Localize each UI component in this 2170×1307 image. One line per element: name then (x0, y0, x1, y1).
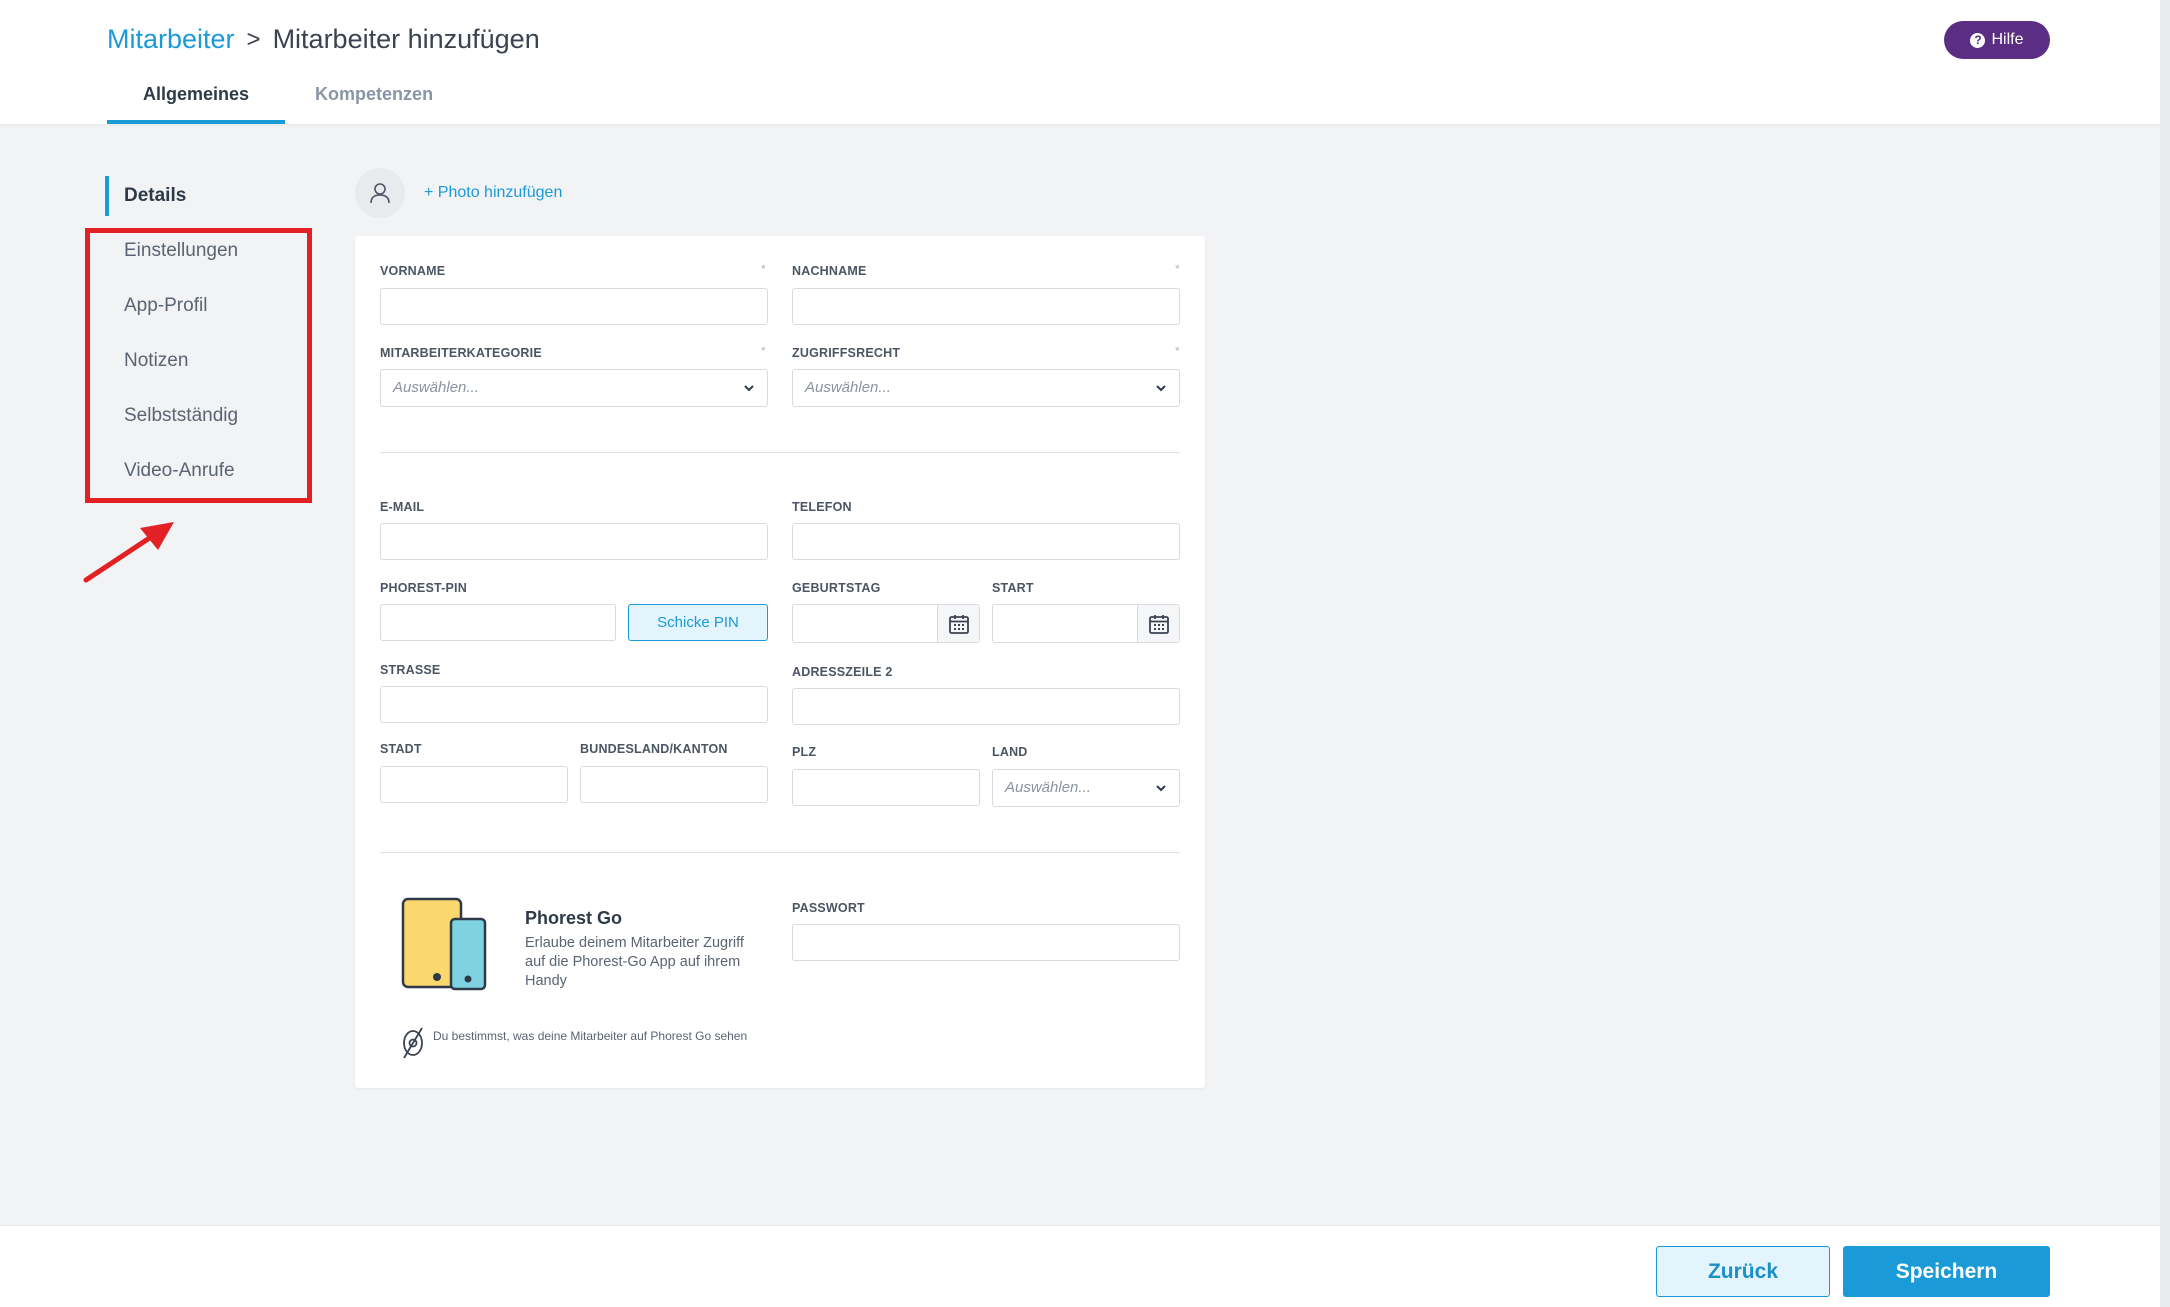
back-button[interactable]: Zurück (1656, 1246, 1830, 1297)
page-header: Mitarbeiter > Mitarbeiter hinzufügen ? H… (0, 0, 2160, 124)
mitarbeiterkategorie-select[interactable]: Auswählen... (380, 369, 768, 407)
email-field[interactable] (380, 523, 768, 560)
land-label: LAND (992, 745, 1028, 759)
phorest-go-note: Du bestimmst, was deine Mitarbeiter auf … (433, 1029, 748, 1043)
breadcrumb-link-mitarbeiter[interactable]: Mitarbeiter (107, 24, 235, 55)
phone-icon (401, 897, 487, 991)
section-divider (380, 452, 1180, 453)
chevron-right-icon: > (246, 25, 261, 53)
question-icon: ? (1970, 32, 1986, 48)
arrow-annotation (83, 522, 174, 583)
pin-label: PHOREST-PIN (380, 581, 467, 595)
plz-label: PLZ (792, 745, 817, 759)
geburtstag-date-field[interactable] (792, 604, 980, 643)
section-divider (380, 852, 1180, 853)
scrollbar[interactable] (2160, 0, 2170, 1307)
bundesland-field[interactable] (580, 766, 768, 803)
required-mark: * (1175, 262, 1180, 276)
required-mark: * (1175, 344, 1180, 358)
phorest-go-description: Erlaube deinem Mitarbeiter Zugriff auf d… (525, 935, 744, 989)
add-photo-link[interactable]: + Photo hinzufügen (424, 184, 562, 202)
chevron-down-icon (744, 385, 754, 392)
required-mark: * (761, 344, 766, 358)
email-label: E-MAIL (380, 500, 425, 514)
telefon-label: TELEFON (792, 500, 852, 514)
eye-off-icon (403, 1027, 423, 1059)
strasse-field[interactable] (380, 686, 768, 723)
geburtstag-label: GEBURTSTAG (792, 581, 881, 595)
strasse-label: STRASSE (380, 663, 441, 677)
zugriffsrecht-select[interactable]: Auswählen... (792, 369, 1180, 407)
start-label: START (992, 581, 1034, 595)
plz-field[interactable] (792, 769, 980, 806)
page-footer: Zurück Speichern (0, 1225, 2160, 1307)
user-icon (370, 183, 390, 204)
zugriffsrecht-label: ZUGRIFFSRECHT (792, 346, 901, 360)
tab-bar: Allgemeines Kompetenzen (107, 84, 469, 124)
adresszeile2-label: ADRESSZEILE 2 (792, 665, 893, 679)
zugriffsrecht-placeholder: Auswählen... (805, 379, 891, 396)
sidebar-item-details[interactable]: Details (105, 176, 305, 216)
required-mark: * (761, 262, 766, 276)
mitarbeiterkategorie-placeholder: Auswählen... (393, 379, 479, 396)
details-form-card: VORNAME * NACHNAME * MITARBEITERKATEGORI… (355, 236, 1205, 1088)
page-title: Mitarbeiter hinzufügen (272, 24, 540, 54)
stadt-label: STADT (380, 742, 422, 756)
annotation-highlight-box (85, 228, 312, 503)
adresszeile2-field[interactable] (792, 688, 1180, 725)
avatar[interactable] (355, 168, 405, 218)
vorname-field[interactable] (380, 288, 768, 325)
chevron-down-icon (1156, 785, 1166, 792)
calendar-button[interactable] (937, 605, 979, 642)
breadcrumb: Mitarbeiter > Mitarbeiter hinzufügen (107, 24, 540, 55)
help-label: Hilfe (1991, 31, 2024, 48)
vorname-label: VORNAME (380, 264, 446, 278)
phorest-go-title: Phorest Go (525, 908, 623, 928)
passwort-label: PASSWORT (792, 901, 865, 915)
chevron-down-icon (1156, 385, 1166, 392)
calendar-icon (1148, 614, 1169, 634)
stadt-field[interactable] (380, 766, 568, 803)
tab-kompetenzen[interactable]: Kompetenzen (285, 84, 469, 124)
tab-allgemeines[interactable]: Allgemeines (107, 84, 286, 124)
mitarbeiterkategorie-label: MITARBEITERKATEGORIE (380, 346, 542, 360)
calendar-icon (948, 614, 969, 634)
help-button[interactable]: ? Hilfe (1944, 21, 2050, 59)
calendar-button[interactable] (1137, 605, 1179, 642)
nachname-label: NACHNAME (792, 264, 867, 278)
bundesland-label: BUNDESLAND/KANTON (580, 742, 728, 756)
start-date-field[interactable] (992, 604, 1180, 643)
pin-field[interactable] (380, 604, 616, 641)
save-button[interactable]: Speichern (1843, 1246, 2050, 1297)
send-pin-button[interactable]: Schicke PIN (628, 604, 768, 641)
telefon-field[interactable] (792, 523, 1180, 560)
land-select[interactable]: Auswählen... (992, 769, 1180, 807)
nachname-field[interactable] (792, 288, 1180, 325)
land-placeholder: Auswählen... (1005, 779, 1091, 796)
passwort-field[interactable] (792, 924, 1180, 961)
